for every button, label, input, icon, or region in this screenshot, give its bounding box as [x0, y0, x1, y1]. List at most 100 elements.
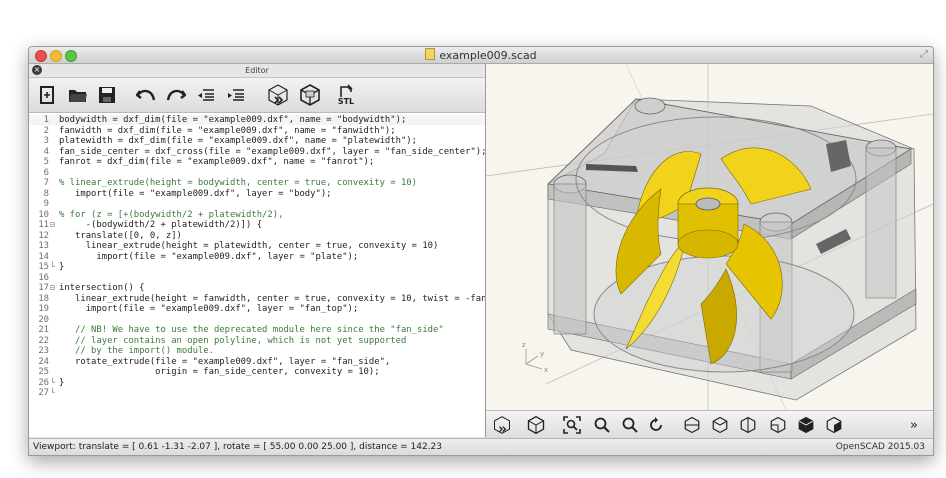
fold-marker[interactable]: └ [50, 388, 58, 398]
code-line[interactable]: 23 // by the import() module. [29, 346, 485, 356]
line-number: 15 [38, 262, 49, 272]
code-line[interactable]: 12 translate([0, 0, z]) [29, 231, 485, 241]
3d-viewport[interactable]: z y x [486, 64, 933, 410]
view-top-icon[interactable] [710, 415, 730, 435]
code-line-text: rotate_extrude(file = "example009.dxf", … [59, 356, 391, 367]
code-line[interactable]: 13 linear_extrude(height = platewidth, c… [29, 241, 485, 251]
new-file-button[interactable] [37, 83, 57, 107]
code-line[interactable]: 1 bodywidth = dxf_dim(file = "example009.… [29, 115, 485, 125]
document-icon [425, 48, 436, 60]
line-number: 13 [38, 241, 49, 251]
line-number: 26 [38, 377, 49, 388]
line-number: 5 [43, 157, 49, 167]
code-line[interactable]: 22 // layer contains an open polyline, w… [29, 336, 485, 346]
code-line[interactable]: 25 origin = fan_side_center, convexity =… [29, 367, 485, 377]
save-file-button[interactable] [97, 83, 117, 107]
code-line[interactable]: 16 [29, 273, 485, 283]
code-line[interactable]: 4 fan_side_center = dxf_cross(file = "exa… [29, 147, 485, 157]
code-line[interactable]: 19 import(file = "example009.dxf", layer… [29, 304, 485, 314]
code-line[interactable]: 20 [29, 315, 485, 325]
axis-label-x: x [544, 366, 548, 374]
preview-button[interactable] [265, 83, 291, 107]
code-line[interactable]: 8 import(file = "example009.dxf", layer … [29, 189, 485, 199]
line-number: 6 [43, 167, 49, 178]
render-view-button[interactable] [526, 415, 546, 435]
code-line[interactable]: 14 import(file = "example009.dxf", layer… [29, 252, 485, 262]
indent-button[interactable] [225, 83, 247, 107]
line-number: 23 [38, 346, 49, 356]
open-file-button[interactable] [67, 83, 89, 107]
fold-marker[interactable]: ⊟ [50, 220, 58, 230]
window-title-text: example009.scad [439, 49, 537, 62]
view-right-icon[interactable] [682, 415, 702, 435]
line-number: 16 [38, 272, 49, 283]
code-line[interactable]: 7 % linear_extrude(height = bodywidth, ce… [29, 178, 485, 188]
viewport-status-text: Viewport: translate = [ 0.61 -1.31 -2.07… [33, 442, 443, 452]
redo-button[interactable] [165, 83, 187, 107]
line-number: 3 [43, 136, 49, 146]
code-line-text: % for (z = [+(bodywidth/2 + platewidth/2… [59, 209, 284, 220]
code-line[interactable]: 3 platewidth = dxf_dim(file = "example009… [29, 136, 485, 146]
code-line-text: import(file = "example009.dxf", layer = … [59, 251, 359, 262]
viewport-toolbar: » [486, 410, 933, 439]
view-back-icon[interactable] [824, 415, 844, 435]
editor-close-icon[interactable]: × [32, 65, 42, 75]
view-front-icon[interactable] [796, 415, 816, 435]
line-number: 2 [43, 125, 49, 136]
code-line[interactable]: 11 ⊟ -(bodywidth/2 + platewidth/2)]) { [29, 220, 485, 230]
code-line-text: // layer contains an open polyline, whic… [59, 335, 407, 346]
more-tools-icon[interactable]: » [904, 415, 924, 435]
code-line[interactable]: 5 fanrot = dxf_dim(file = "example009.dxf… [29, 157, 485, 167]
fold-marker[interactable]: ⊟ [50, 283, 58, 293]
line-number: 14 [38, 251, 49, 262]
code-line[interactable]: 2 fanwidth = dxf_dim(file = "example009.d… [29, 126, 485, 136]
line-number: 9 [43, 199, 49, 209]
line-number: 21 [38, 325, 49, 335]
code-line-text: } [59, 377, 65, 388]
zoom-in-icon[interactable] [592, 415, 612, 435]
view-left-icon[interactable] [768, 415, 788, 435]
view-all-icon[interactable] [562, 415, 582, 435]
view-bottom-icon[interactable] [738, 415, 758, 435]
code-line[interactable]: 10 % for (z = [+(bodywidth/2 + platewidth… [29, 210, 485, 220]
fold-marker[interactable]: └ [50, 378, 58, 388]
code-line-text: fan_side_center = dxf_cross(file = "exam… [59, 146, 485, 157]
code-line-text: linear_extrude(height = fanwidth, center… [59, 293, 485, 304]
code-line-text: } [59, 262, 65, 272]
preview-view-button[interactable] [492, 415, 512, 435]
reset-view-icon[interactable] [646, 415, 666, 435]
code-line-text: fanwidth = dxf_dim(file = "example009.dx… [59, 125, 396, 136]
code-line-text: translate([0, 0, z]) [59, 230, 182, 241]
code-line[interactable]: 21 // NB! We have to use the deprecated … [29, 325, 485, 335]
main-window: example009.scad ⤢ × Editor STL 1 bodywid… [28, 46, 934, 456]
title-bar: example009.scad ⤢ [29, 47, 933, 64]
line-number: 19 [38, 304, 49, 314]
editor-header-label: Editor [245, 66, 269, 75]
code-line-text: // by the import() module. [59, 346, 214, 356]
code-line[interactable]: 18 linear_extrude(height = fanwidth, cen… [29, 294, 485, 304]
unindent-button[interactable] [195, 83, 217, 107]
line-number: 27 [38, 388, 49, 398]
code-line-text: -(bodywidth/2 + platewidth/2)]) { [59, 220, 263, 230]
code-line-text: % linear_extrude(height = bodywidth, cen… [59, 178, 417, 188]
code-line[interactable]: 15 └} [29, 262, 485, 272]
code-line[interactable]: 6 [29, 168, 485, 178]
code-line[interactable]: 26 └} [29, 378, 485, 388]
zoom-out-icon[interactable] [620, 415, 640, 435]
render-button[interactable] [297, 83, 323, 107]
code-line[interactable]: 27 └ [29, 388, 485, 398]
fullscreen-icon[interactable]: ⤢ [920, 49, 928, 60]
export-stl-button[interactable]: STL [333, 83, 359, 107]
fold-marker[interactable]: └ [50, 262, 58, 272]
code-line[interactable]: 24 rotate_extrude(file = "example009.dxf… [29, 357, 485, 367]
line-number: 24 [38, 356, 49, 367]
undo-button[interactable] [135, 83, 157, 107]
line-number: 20 [38, 314, 49, 325]
code-editor[interactable]: 1 bodywidth = dxf_dim(file = "example009.… [29, 113, 485, 437]
code-line[interactable]: 17 ⊟ intersection() { [29, 283, 485, 293]
code-line[interactable]: 9 [29, 199, 485, 209]
axis-label-y: y [540, 350, 544, 358]
axis-label-z: z [522, 341, 526, 349]
code-line-text: // NB! We have to use the deprecated mod… [59, 325, 444, 335]
code-line-text: linear_extrude(height = platewidth, cent… [59, 241, 439, 251]
